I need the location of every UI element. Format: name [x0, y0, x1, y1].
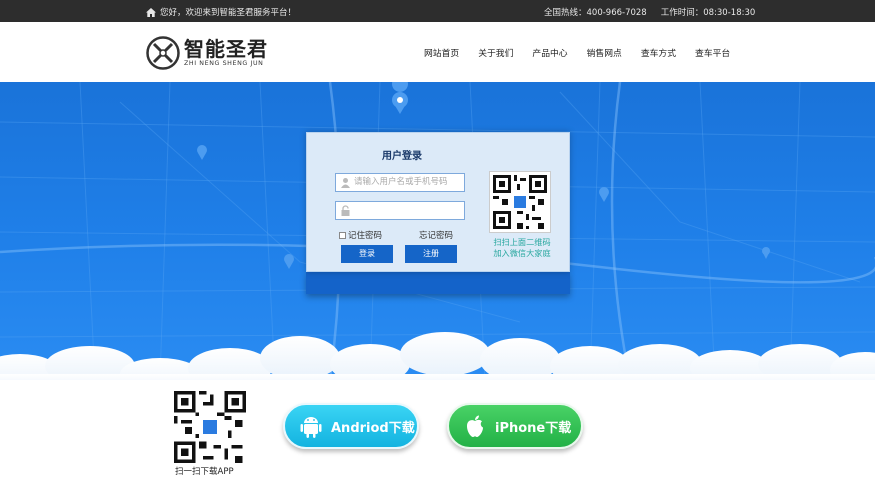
download-section — [0, 380, 875, 490]
login-title: 用户登录 — [382, 151, 422, 162]
nav-item-sales-outlets[interactable]: 销售网点 — [587, 46, 622, 59]
qr-caption-line-1: 扫扫上面二维码 — [493, 237, 551, 247]
nav-item-about[interactable]: 关于我们 — [478, 46, 513, 59]
qr-code-icon — [174, 391, 246, 463]
login-panel: 用户登录 请输入用户名或手机号码 记住密码 忘记密码 登录 注册 扫扫上面二维码… — [306, 132, 570, 272]
username-input[interactable]: 请输入用户名或手机号码 — [335, 173, 465, 192]
nav-item-tracking-platform[interactable]: 查车平台 — [695, 46, 730, 59]
remember-password-checkbox[interactable]: 记住密码 — [339, 229, 382, 241]
checkbox-box[interactable] — [339, 231, 346, 239]
android-download-button[interactable]: Andriod下载 — [283, 403, 419, 449]
qr-code-icon — [490, 172, 550, 232]
iphone-download-label: iPhone下载 — [495, 420, 572, 436]
login-panel-base — [306, 272, 570, 294]
forgot-password-link[interactable]: 忘记密码 — [419, 229, 453, 241]
main-nav: 网站首页 关于我们 产品中心 销售网点 查车方式 查车平台 — [424, 46, 730, 59]
qr-caption: 扫扫上面二维码 加入微信大家庭 — [487, 237, 557, 259]
welcome-text: 您好，欢迎来到智能圣君服务平台！ — [160, 8, 297, 18]
iphone-download-button[interactable]: iPhone下载 — [447, 403, 583, 449]
nav-item-products[interactable]: 产品中心 — [532, 46, 567, 59]
app-qr-caption: 扫一扫下载APP — [175, 467, 234, 477]
register-button[interactable]: 注册 — [405, 245, 457, 263]
nav-item-home[interactable]: 网站首页 — [424, 46, 459, 59]
qr-caption-line-2: 加入微信大家庭 — [493, 248, 551, 258]
logo-english-name: ZHI NENG SHENG JUN — [184, 60, 264, 67]
nav-item-tracking-methods[interactable]: 查车方式 — [641, 46, 676, 59]
apple-icon — [467, 415, 483, 437]
hotline-text: 全国热线：400-966-7028 — [544, 8, 647, 18]
remember-password-label: 记住密码 — [348, 231, 383, 241]
lock-icon — [341, 205, 350, 216]
work-hours-text: 工作时间：08:30-18:30 — [660, 8, 756, 18]
header: 智能圣君 ZHI NENG SHENG JUN 网站首页 关于我们 产品中心 销… — [0, 22, 875, 82]
app-download-qr-code — [174, 391, 246, 463]
home-icon[interactable] — [146, 7, 156, 17]
login-button[interactable]: 登录 — [341, 245, 393, 263]
top-bar: 您好，欢迎来到智能圣君服务平台！ 全国热线：400-966-7028 工作时间：… — [0, 0, 875, 22]
logo[interactable]: 智能圣君 ZHI NENG SHENG JUN — [146, 36, 268, 70]
user-icon — [341, 178, 350, 188]
password-input[interactable] — [335, 201, 465, 220]
logo-emblem-icon — [146, 36, 180, 70]
wechat-qr-code — [489, 171, 551, 233]
username-placeholder: 请输入用户名或手机号码 — [354, 177, 448, 187]
android-icon — [300, 417, 322, 438]
logo-chinese-name: 智能圣君 — [184, 37, 268, 61]
android-download-label: Andriod下载 — [331, 420, 415, 436]
